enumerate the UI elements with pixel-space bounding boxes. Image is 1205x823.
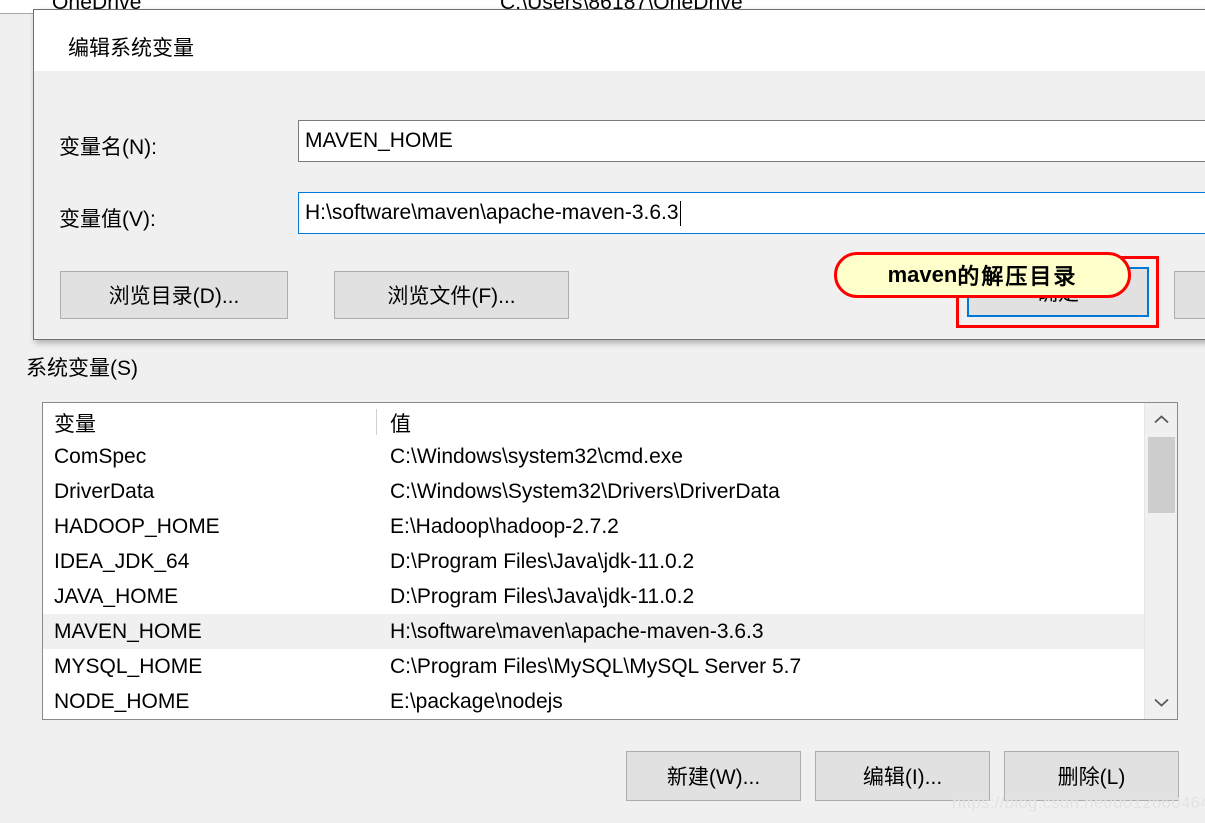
table-row-selected[interactable]: MAVEN_HOME H:\software\maven\apache-mave… <box>43 614 1177 649</box>
browse-file-button[interactable]: 浏览文件(F)... <box>334 271 569 319</box>
scrollbar-thumb[interactable] <box>1148 437 1175 513</box>
variable-value-label: 变量值(V): <box>59 208 156 231</box>
cell-variable-name: JAVA_HOME <box>54 585 179 608</box>
variable-name-input[interactable]: MAVEN_HOME <box>298 120 1205 162</box>
cell-variable-value: D:\Program Files\Java\jdk-11.0.2 <box>390 550 695 573</box>
cell-variable-name: NODE_HOME <box>54 690 190 713</box>
cell-variable-value: D:\Program Files\Java\jdk-11.0.2 <box>390 585 695 608</box>
cell-variable-name: ComSpec <box>54 445 147 468</box>
cell-variable-name: DriverData <box>54 480 155 503</box>
dialog-titlebar: 编辑系统变量 <box>34 10 1205 71</box>
callout-latin-text: maven <box>887 262 958 287</box>
dialog-body: 变量名(N): MAVEN_HOME 变量值(V): H:\software\m… <box>34 71 1205 339</box>
list-rows: ComSpec C:\Windows\system32\cmd.exe Driv… <box>43 439 1177 719</box>
variable-value-input[interactable]: H:\software\maven\apache-maven-3.6.3 <box>298 192 1205 234</box>
variable-value-text: H:\software\maven\apache-maven-3.6.3 <box>305 201 679 224</box>
list-scrollbar[interactable] <box>1144 403 1177 719</box>
text-caret <box>679 200 681 226</box>
cell-variable-value: E:\package\nodejs <box>390 690 563 713</box>
column-divider[interactable] <box>376 409 377 435</box>
table-row[interactable]: JAVA_HOME D:\Program Files\Java\jdk-11.0… <box>43 579 1177 614</box>
cancel-button[interactable]: 取消 <box>1174 271 1205 319</box>
variable-name-value: MAVEN_HOME <box>305 129 453 152</box>
system-variables-label: 系统变量(S) <box>26 357 138 380</box>
cell-variable-value: H:\software\maven\apache-maven-3.6.3 <box>390 620 764 643</box>
cell-variable-value: C:\Program Files\MySQL\MySQL Server 5.7 <box>390 655 802 678</box>
table-row[interactable]: NODE_HOME E:\package\nodejs <box>43 684 1177 719</box>
edit-variable-button[interactable]: 编辑(I)... <box>815 751 990 801</box>
callout-han-text: 的解压目录 <box>957 264 1078 290</box>
chevron-up-icon[interactable] <box>1145 403 1177 436</box>
chevron-down-icon[interactable] <box>1145 686 1177 719</box>
table-row[interactable]: HADOOP_HOME E:\Hadoop\hadoop-2.7.2 <box>43 509 1177 544</box>
table-row[interactable]: ComSpec C:\Windows\system32\cmd.exe <box>43 439 1177 474</box>
cell-variable-name: HADOOP_HOME <box>54 515 220 538</box>
cell-variable-name: IDEA_JDK_64 <box>54 550 190 573</box>
new-variable-button[interactable]: 新建(W)... <box>626 751 801 801</box>
cell-variable-value: C:\Windows\System32\Drivers\DriverData <box>390 480 780 503</box>
cell-variable-value: E:\Hadoop\hadoop-2.7.2 <box>390 515 619 538</box>
variable-name-label: 变量名(N): <box>59 136 157 159</box>
value-callout-annotation: maven 的解压目录 <box>834 252 1131 298</box>
edit-system-variable-dialog: 编辑系统变量 变量名(N): MAVEN_HOME 变量值(V): H:\sof… <box>33 9 1205 340</box>
list-header: 变量 值 <box>43 403 1177 439</box>
column-header-value[interactable]: 值 <box>390 408 411 438</box>
cell-variable-value: C:\Windows\system32\cmd.exe <box>390 445 683 468</box>
table-row[interactable]: DriverData C:\Windows\System32\Drivers\D… <box>43 474 1177 509</box>
table-row[interactable]: IDEA_JDK_64 D:\Program Files\Java\jdk-11… <box>43 544 1177 579</box>
column-header-variable[interactable]: 变量 <box>54 408 96 438</box>
browse-directory-button[interactable]: 浏览目录(D)... <box>60 271 288 319</box>
environment-variables-window: OneDrive C:\Users\86187\OneDrive 编辑系统变量 … <box>0 0 1205 823</box>
cell-variable-name: MYSQL_HOME <box>54 655 203 678</box>
delete-variable-button[interactable]: 删除(L) <box>1004 751 1179 801</box>
system-variables-list[interactable]: 变量 值 ComSpec C:\Windows\system32\cmd.exe… <box>42 402 1178 720</box>
dialog-title: 编辑系统变量 <box>68 37 194 60</box>
table-row[interactable]: MYSQL_HOME C:\Program Files\MySQL\MySQL … <box>43 649 1177 684</box>
cell-variable-name: MAVEN_HOME <box>54 620 202 643</box>
